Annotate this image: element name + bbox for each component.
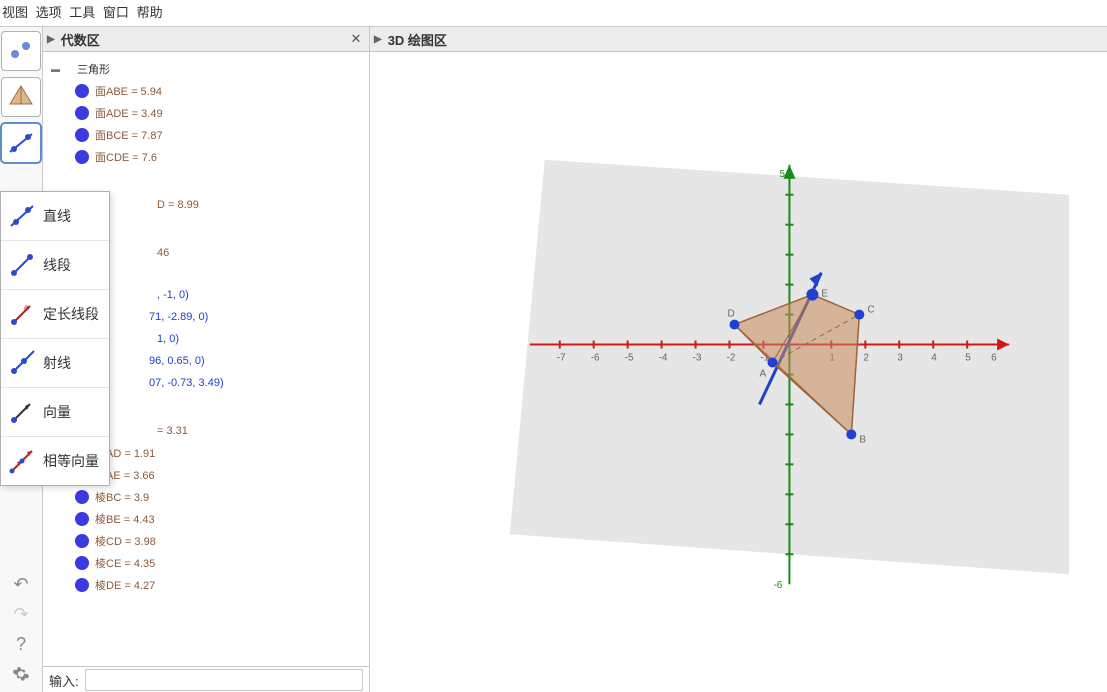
tree-item[interactable]: 面CDE = 7.6 <box>47 146 365 168</box>
svg-text:-5: -5 <box>625 353 634 364</box>
svg-text:-4: -4 <box>659 353 668 364</box>
graphics-title: 3D 绘图区 <box>388 30 1103 49</box>
fixed-segment-icon: a <box>5 297 39 331</box>
graphics-canvas[interactable]: -7-6-5 -4-3-2 -112 345 6 <box>370 52 1107 692</box>
svg-text:C: C <box>867 305 874 316</box>
menu-view[interactable]: 视图 <box>2 5 28 20</box>
input-label: 输入: <box>49 671 79 690</box>
popup-ray[interactable]: 射线 <box>1 339 109 388</box>
svg-text:3: 3 <box>897 353 903 364</box>
tree-item[interactable]: 棱BE = 4.43 <box>47 508 365 530</box>
svg-text:6: 6 <box>991 353 997 364</box>
tree-item[interactable]: 棱DE = 4.27 <box>47 574 365 596</box>
undo-icon[interactable]: ↶ <box>5 571 37 597</box>
svg-text:2: 2 <box>863 353 869 364</box>
redo-icon[interactable]: ↷ <box>5 601 37 627</box>
line-tools-popup: 直线 线段 a 定长线段 射线 向量 相等向量 <box>0 191 110 486</box>
help-icon[interactable]: ? <box>5 631 37 657</box>
svg-text:-2: -2 <box>727 353 736 364</box>
algebra-header: ▶ 代数区 ✕ <box>43 27 369 52</box>
svg-text:-7: -7 <box>557 353 566 364</box>
gear-icon[interactable] <box>5 661 37 687</box>
popup-segment[interactable]: 线段 <box>1 241 109 290</box>
graphics-panel: ▶ 3D 绘图区 <box>370 27 1107 692</box>
tool-bottom: ↶ ↷ ? <box>0 569 42 692</box>
svg-text:-6: -6 <box>773 580 782 591</box>
command-input[interactable] <box>85 669 363 691</box>
svg-text:4: 4 <box>931 353 937 364</box>
close-icon[interactable]: ✕ <box>347 30 365 48</box>
popup-line[interactable]: 直线 <box>1 192 109 241</box>
algebra-title: 代数区 <box>61 30 347 49</box>
svg-text:A: A <box>759 368 766 379</box>
menu-options[interactable]: 选项 <box>36 5 62 20</box>
svg-text:5: 5 <box>965 353 971 364</box>
line-icon <box>5 199 39 233</box>
popup-label: 向量 <box>43 402 71 422</box>
popup-label: 定长线段 <box>43 304 99 324</box>
tree-category[interactable]: ▬三角形 <box>47 58 365 80</box>
popup-label: 相等向量 <box>43 451 99 471</box>
popup-label: 线段 <box>43 255 71 275</box>
tool-line[interactable] <box>1 123 41 163</box>
input-bar: 输入: <box>43 666 369 692</box>
tree-item[interactable]: 面BCE = 7.87 <box>47 124 365 146</box>
popup-vector[interactable]: 向量 <box>1 388 109 437</box>
graphics-header: ▶ 3D 绘图区 <box>370 27 1107 52</box>
svg-text:a: a <box>24 303 29 312</box>
menu-tools[interactable]: 工具 <box>69 5 95 20</box>
menu-help[interactable]: 帮助 <box>137 5 163 20</box>
svg-text:D: D <box>728 309 735 320</box>
svg-text:B: B <box>859 434 866 445</box>
menu-bar: 视图 选项 工具 窗口 帮助 <box>0 0 1107 27</box>
chevron-right-icon[interactable]: ▶ <box>47 34 55 45</box>
popup-label: 直线 <box>43 206 71 226</box>
tree-item[interactable]: 棱CD = 3.98 <box>47 530 365 552</box>
popup-label: 射线 <box>43 353 71 373</box>
tree-item[interactable]: 面ADE = 3.49 <box>47 102 365 124</box>
popup-fixed-segment[interactable]: a 定长线段 <box>1 290 109 339</box>
segment-icon <box>5 248 39 282</box>
equal-vector-icon <box>5 444 39 478</box>
tree-item[interactable]: 棱BC = 3.9 <box>47 486 365 508</box>
chevron-right-icon[interactable]: ▶ <box>374 34 382 45</box>
tree-item[interactable]: 面ABE = 5.94 <box>47 80 365 102</box>
svg-text:-6: -6 <box>591 353 600 364</box>
tool-pyramid[interactable] <box>1 77 41 117</box>
svg-text:E: E <box>821 289 828 300</box>
ray-icon <box>5 346 39 380</box>
vector-icon <box>5 395 39 429</box>
svg-text:5: 5 <box>779 169 785 180</box>
popup-equal-vector[interactable]: 相等向量 <box>1 437 109 485</box>
tool-point[interactable] <box>1 31 41 71</box>
tree-item[interactable]: 棱CE = 4.35 <box>47 552 365 574</box>
svg-text:-3: -3 <box>693 353 702 364</box>
menu-window[interactable]: 窗口 <box>103 5 129 20</box>
